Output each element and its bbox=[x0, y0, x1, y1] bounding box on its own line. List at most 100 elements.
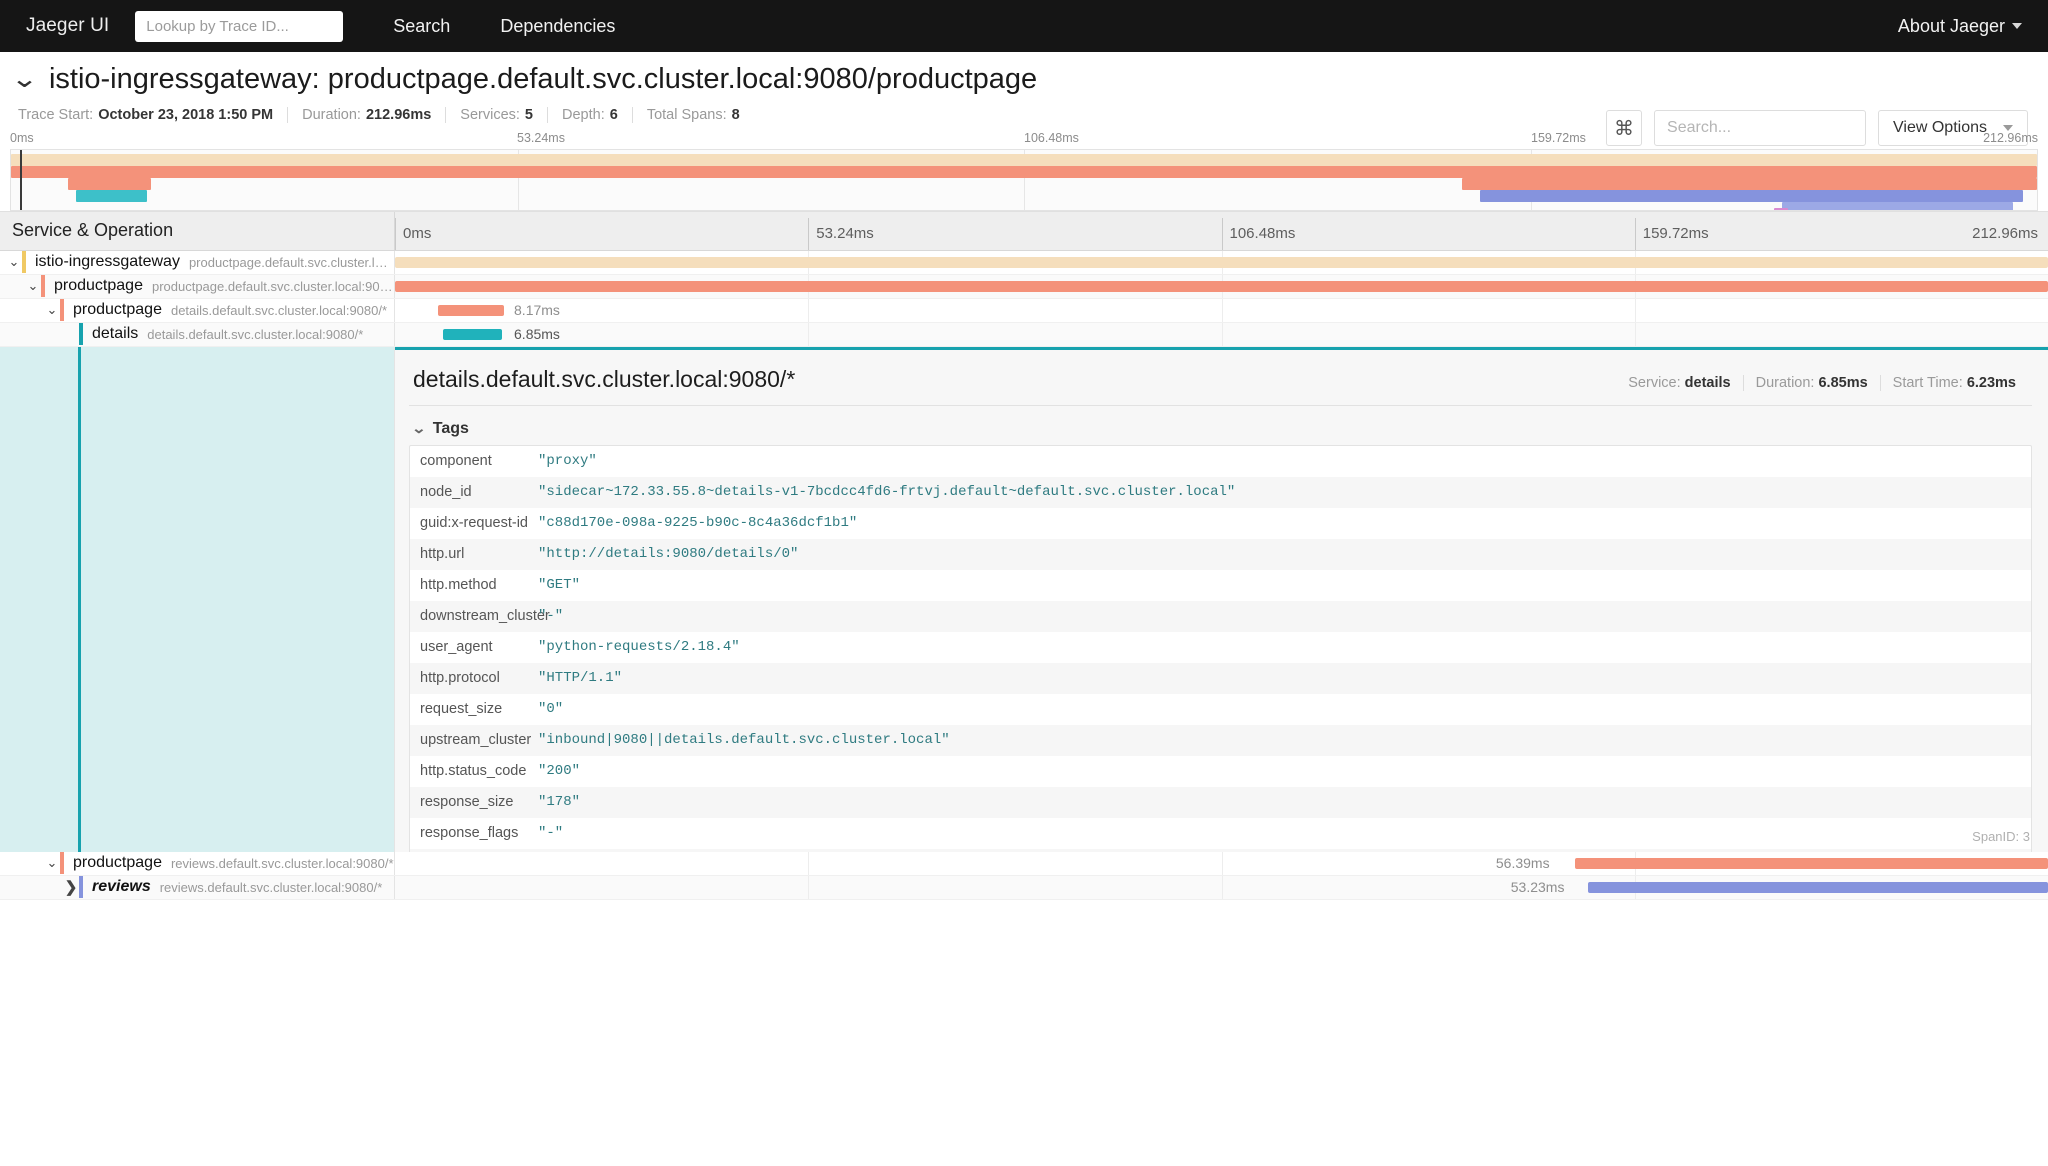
span-row-label-cell[interactable]: ⌄productpageproductpage.default.svc.clus… bbox=[0, 275, 395, 298]
nav-link-dependencies[interactable]: Dependencies bbox=[500, 16, 615, 37]
span-detail-header: details.default.svc.cluster.local:9080/*… bbox=[409, 364, 2032, 406]
timeline-tick-line-1 bbox=[808, 218, 809, 250]
meta-total-spans: Total Spans: 8 bbox=[632, 107, 754, 123]
span-row-bar-cell[interactable]: 56.39ms bbox=[395, 852, 2048, 875]
span-duration-bar[interactable] bbox=[1588, 882, 2048, 893]
chevron-down-icon-collapse-span[interactable]: ⌄ bbox=[44, 855, 60, 871]
span-operation-name: productpage.default.svc.cluster.local:90… bbox=[189, 255, 394, 270]
tag-value: "python-requests/2.18.4" bbox=[538, 639, 740, 655]
tag-value: "HTTP/1.1" bbox=[538, 670, 622, 686]
minimap-bar-1 bbox=[11, 166, 2037, 178]
span-row[interactable]: detailsdetails.default.svc.cluster.local… bbox=[0, 323, 2048, 347]
tag-row: http.method"GET" bbox=[410, 570, 2031, 601]
span-row[interactable]: ⌄ productpage reviews.default.svc.cluster.… bbox=[0, 852, 2048, 876]
span-row[interactable]: ⌄istio-ingressgatewayproductpage.default… bbox=[0, 251, 2048, 275]
span-duration-bar[interactable] bbox=[443, 329, 503, 340]
tag-key: component bbox=[410, 453, 538, 469]
trace-header: ⌄ istio-ingressgateway: productpage.defa… bbox=[0, 52, 2048, 131]
span-row-label-cell[interactable]: ⌄istio-ingressgatewayproductpage.default… bbox=[0, 251, 395, 274]
row-gridline bbox=[1222, 323, 1223, 346]
span-service-name: reviews bbox=[92, 878, 151, 896]
chevron-down-icon-collapse-span[interactable]: ⌄ bbox=[6, 254, 22, 270]
service-color-swatch bbox=[79, 876, 83, 898]
span-duration-bar[interactable] bbox=[395, 257, 2048, 268]
nav-link-search[interactable]: Search bbox=[393, 16, 450, 37]
minimap-tick-labels: 0ms53.24ms106.48ms159.72ms212.96ms bbox=[10, 131, 2038, 149]
tags-section-header[interactable]: ⌄ Tags bbox=[413, 420, 2032, 438]
minimap-drag-handle[interactable] bbox=[20, 150, 22, 210]
page-title: istio-ingressgateway: productpage.defaul… bbox=[49, 64, 1037, 96]
chevron-down-icon-collapse-span[interactable]: ⌄ bbox=[25, 278, 41, 294]
span-duration-bar[interactable] bbox=[395, 281, 2048, 292]
tag-row: http.status_code"200" bbox=[410, 756, 2031, 787]
span-row-bar-cell[interactable] bbox=[395, 251, 2048, 274]
minimap-canvas[interactable] bbox=[10, 149, 2038, 211]
tag-row: guid:x-request-id"c88d170e-098a-9225-b90… bbox=[410, 508, 2031, 539]
span-accent-bar bbox=[78, 347, 81, 852]
meta-trace-start: Trace Start: October 23, 2018 1:50 PM bbox=[18, 107, 287, 123]
trace-id-lookup-input[interactable] bbox=[135, 11, 343, 42]
trace-title-row: ⌄ istio-ingressgateway: productpage.defa… bbox=[14, 64, 2028, 96]
tag-key: response_size bbox=[410, 794, 538, 810]
timeline-tick-line-3 bbox=[1635, 218, 1636, 250]
tag-value: "-" bbox=[538, 608, 563, 624]
span-operation-name: details.default.svc.cluster.local:9080/* bbox=[147, 327, 363, 342]
tag-key: upstream_cluster bbox=[410, 732, 538, 748]
timeline-tick-label-0: 0ms bbox=[403, 225, 431, 242]
jaeger-brand-logo[interactable]: Jaeger UI bbox=[26, 15, 109, 37]
chevron-down-icon-collapse-span[interactable]: ⌄ bbox=[44, 302, 60, 318]
span-duration-label: 8.17ms bbox=[514, 302, 560, 318]
span-operation-name: reviews.default.svc.cluster.local:9080/* bbox=[171, 856, 394, 871]
span-service-name: productpage bbox=[54, 277, 143, 295]
span-row[interactable]: ⌄productpagedetails.default.svc.cluster.… bbox=[0, 299, 2048, 323]
tag-row: user_agent"python-requests/2.18.4" bbox=[410, 632, 2031, 663]
span-duration-label: 6.85ms bbox=[514, 326, 560, 342]
tag-row: http.protocol"HTTP/1.1" bbox=[410, 663, 2031, 694]
chevron-down-icon-collapse-trace[interactable]: ⌄ bbox=[10, 67, 38, 92]
timeline-ticks: 0ms53.24ms106.48ms159.72ms212.96ms bbox=[395, 212, 2048, 250]
tag-row: downstream_cluster"-" bbox=[410, 601, 2031, 632]
about-jaeger-menu[interactable]: About Jaeger bbox=[1898, 16, 2022, 37]
span-id-label: SpanID: 3 bbox=[1972, 829, 2030, 844]
span-service-name: productpage bbox=[73, 854, 162, 872]
meta-trace-start-label: Trace Start: bbox=[18, 107, 93, 123]
tag-value: "inbound|9080||details.default.svc.clust… bbox=[538, 732, 950, 748]
row-gridline bbox=[1222, 876, 1223, 899]
span-row-bar-cell[interactable]: 53.23ms bbox=[395, 876, 2048, 899]
span-row-bar-cell[interactable]: 8.17ms bbox=[395, 299, 2048, 322]
minimap-bar-6 bbox=[1782, 202, 2013, 211]
span-duration-bar[interactable] bbox=[1575, 858, 2048, 869]
tag-key: downstream_cluster bbox=[410, 608, 538, 624]
timeline-tick-line-0 bbox=[395, 218, 396, 250]
tags-table: component"proxy"node_id"sidecar~172.33.5… bbox=[409, 445, 2032, 852]
tag-key: response_flags bbox=[410, 825, 538, 841]
detail-service-label: Service: bbox=[1628, 375, 1680, 391]
span-row-label-cell[interactable]: ❯reviewsreviews.default.svc.cluster.loca… bbox=[0, 876, 395, 899]
timeline-tick-label-4: 212.96ms bbox=[1972, 225, 2038, 242]
tag-row: response_flags"-" bbox=[410, 818, 2031, 849]
meta-duration-value: 212.96ms bbox=[366, 107, 431, 123]
span-row-label-cell[interactable]: ⌄productpagedetails.default.svc.cluster.… bbox=[0, 299, 395, 322]
trace-minimap[interactable]: 0ms53.24ms106.48ms159.72ms212.96ms bbox=[0, 131, 2048, 211]
span-row[interactable]: ❯reviewsreviews.default.svc.cluster.loca… bbox=[0, 876, 2048, 900]
tag-value: "-" bbox=[538, 825, 563, 841]
span-row-label-cell[interactable]: detailsdetails.default.svc.cluster.local… bbox=[0, 323, 395, 346]
minimap-bar-7 bbox=[1774, 208, 1788, 211]
tag-key: user_agent bbox=[410, 639, 538, 655]
row-gridline bbox=[1222, 852, 1223, 875]
span-duration-bar[interactable] bbox=[438, 305, 504, 316]
span-row-label-cell[interactable]: ⌄ productpage reviews.default.svc.cluster.… bbox=[0, 852, 395, 875]
row-gridline bbox=[1635, 299, 1636, 322]
meta-total-spans-label: Total Spans: bbox=[647, 107, 727, 123]
meta-depth: Depth: 6 bbox=[547, 107, 632, 123]
tag-key: request_size bbox=[410, 701, 538, 717]
span-detail-gutter bbox=[0, 347, 395, 852]
row-gridline bbox=[808, 323, 809, 346]
timeline-tick-line-2 bbox=[1222, 218, 1223, 250]
tag-value: "178" bbox=[538, 794, 580, 810]
span-row[interactable]: ⌄productpageproductpage.default.svc.clus… bbox=[0, 275, 2048, 299]
minimap-tick-1: 53.24ms bbox=[517, 131, 565, 145]
chevron-right-icon-expand-span[interactable]: ❯ bbox=[63, 878, 79, 896]
span-row-bar-cell[interactable] bbox=[395, 275, 2048, 298]
span-row-bar-cell[interactable]: 6.85ms bbox=[395, 323, 2048, 346]
